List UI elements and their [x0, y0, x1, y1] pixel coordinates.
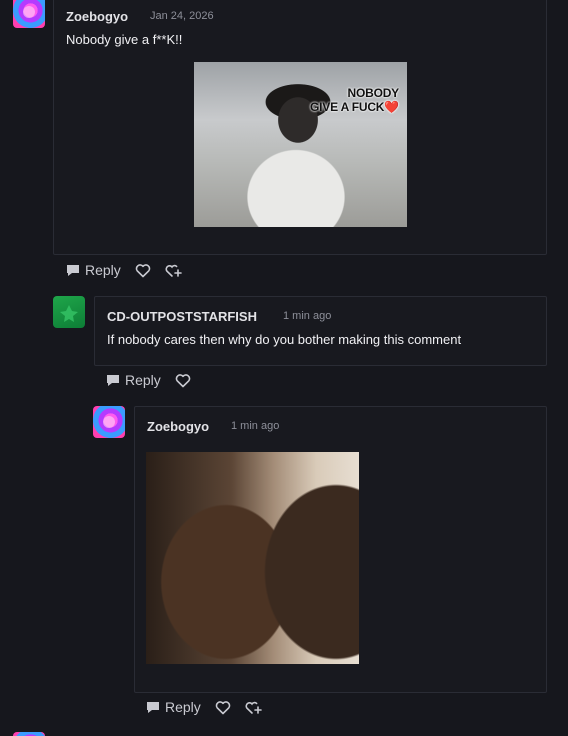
add-reaction-icon	[165, 264, 182, 277]
comment-author[interactable]: Zoebogyo	[147, 419, 209, 434]
comment-thread: Zoebogyo Jan 24, 2026 Nobody give a f**K…	[0, 0, 568, 736]
comment-card: Zoebogyo 1 min ago	[134, 406, 547, 693]
comment-bubble-icon	[67, 264, 79, 276]
comment-timestamp: 1 min ago	[231, 420, 280, 432]
like-button[interactable]	[215, 700, 231, 715]
add-reaction-icon	[245, 701, 262, 714]
heart-outline-icon	[215, 700, 231, 714]
avatar[interactable]	[53, 296, 85, 328]
add-reaction-button[interactable]	[245, 700, 262, 715]
image-caption: NOBODY GIVE A FUCK❤️	[310, 86, 399, 114]
comment-author[interactable]: CD-OUTPOSTSTARFISH	[107, 309, 257, 324]
add-reaction-button[interactable]	[165, 263, 182, 278]
reply-label: Reply	[125, 372, 161, 388]
comment-timestamp: Jan 24, 2026	[150, 10, 214, 22]
heart-outline-icon	[135, 263, 151, 277]
comment-card: Zoebogyo Jan 24, 2026 Nobody give a f**K…	[53, 0, 547, 255]
avatar[interactable]	[93, 406, 125, 438]
comment-text: If nobody cares then why do you bother m…	[107, 332, 462, 347]
heart-outline-icon	[175, 373, 191, 387]
comment-bubble-icon	[147, 701, 159, 713]
comment-actions: Reply	[106, 369, 191, 391]
comment-image[interactable]: NOBODY GIVE A FUCK❤️	[194, 62, 407, 227]
comment-bubble-icon	[107, 374, 119, 386]
like-button[interactable]	[175, 373, 191, 388]
comment-image[interactable]	[146, 452, 359, 664]
comment-author[interactable]: Zoebogyo	[66, 9, 128, 24]
comment-timestamp: 1 min ago	[283, 310, 332, 322]
avatar[interactable]	[13, 0, 45, 28]
comment-card: CD-OUTPOSTSTARFISH 1 min ago If nobody c…	[94, 296, 547, 366]
reply-label: Reply	[85, 262, 121, 278]
reply-button[interactable]: Reply	[106, 372, 161, 388]
like-button[interactable]	[135, 263, 151, 278]
avatar[interactable]	[13, 732, 45, 736]
comment-actions: Reply	[146, 696, 262, 718]
reply-button[interactable]: Reply	[146, 699, 201, 715]
reply-label: Reply	[165, 699, 201, 715]
comment-actions: Reply	[66, 259, 182, 281]
comment-text: Nobody give a f**K!!	[66, 32, 183, 47]
reply-button[interactable]: Reply	[66, 262, 121, 278]
